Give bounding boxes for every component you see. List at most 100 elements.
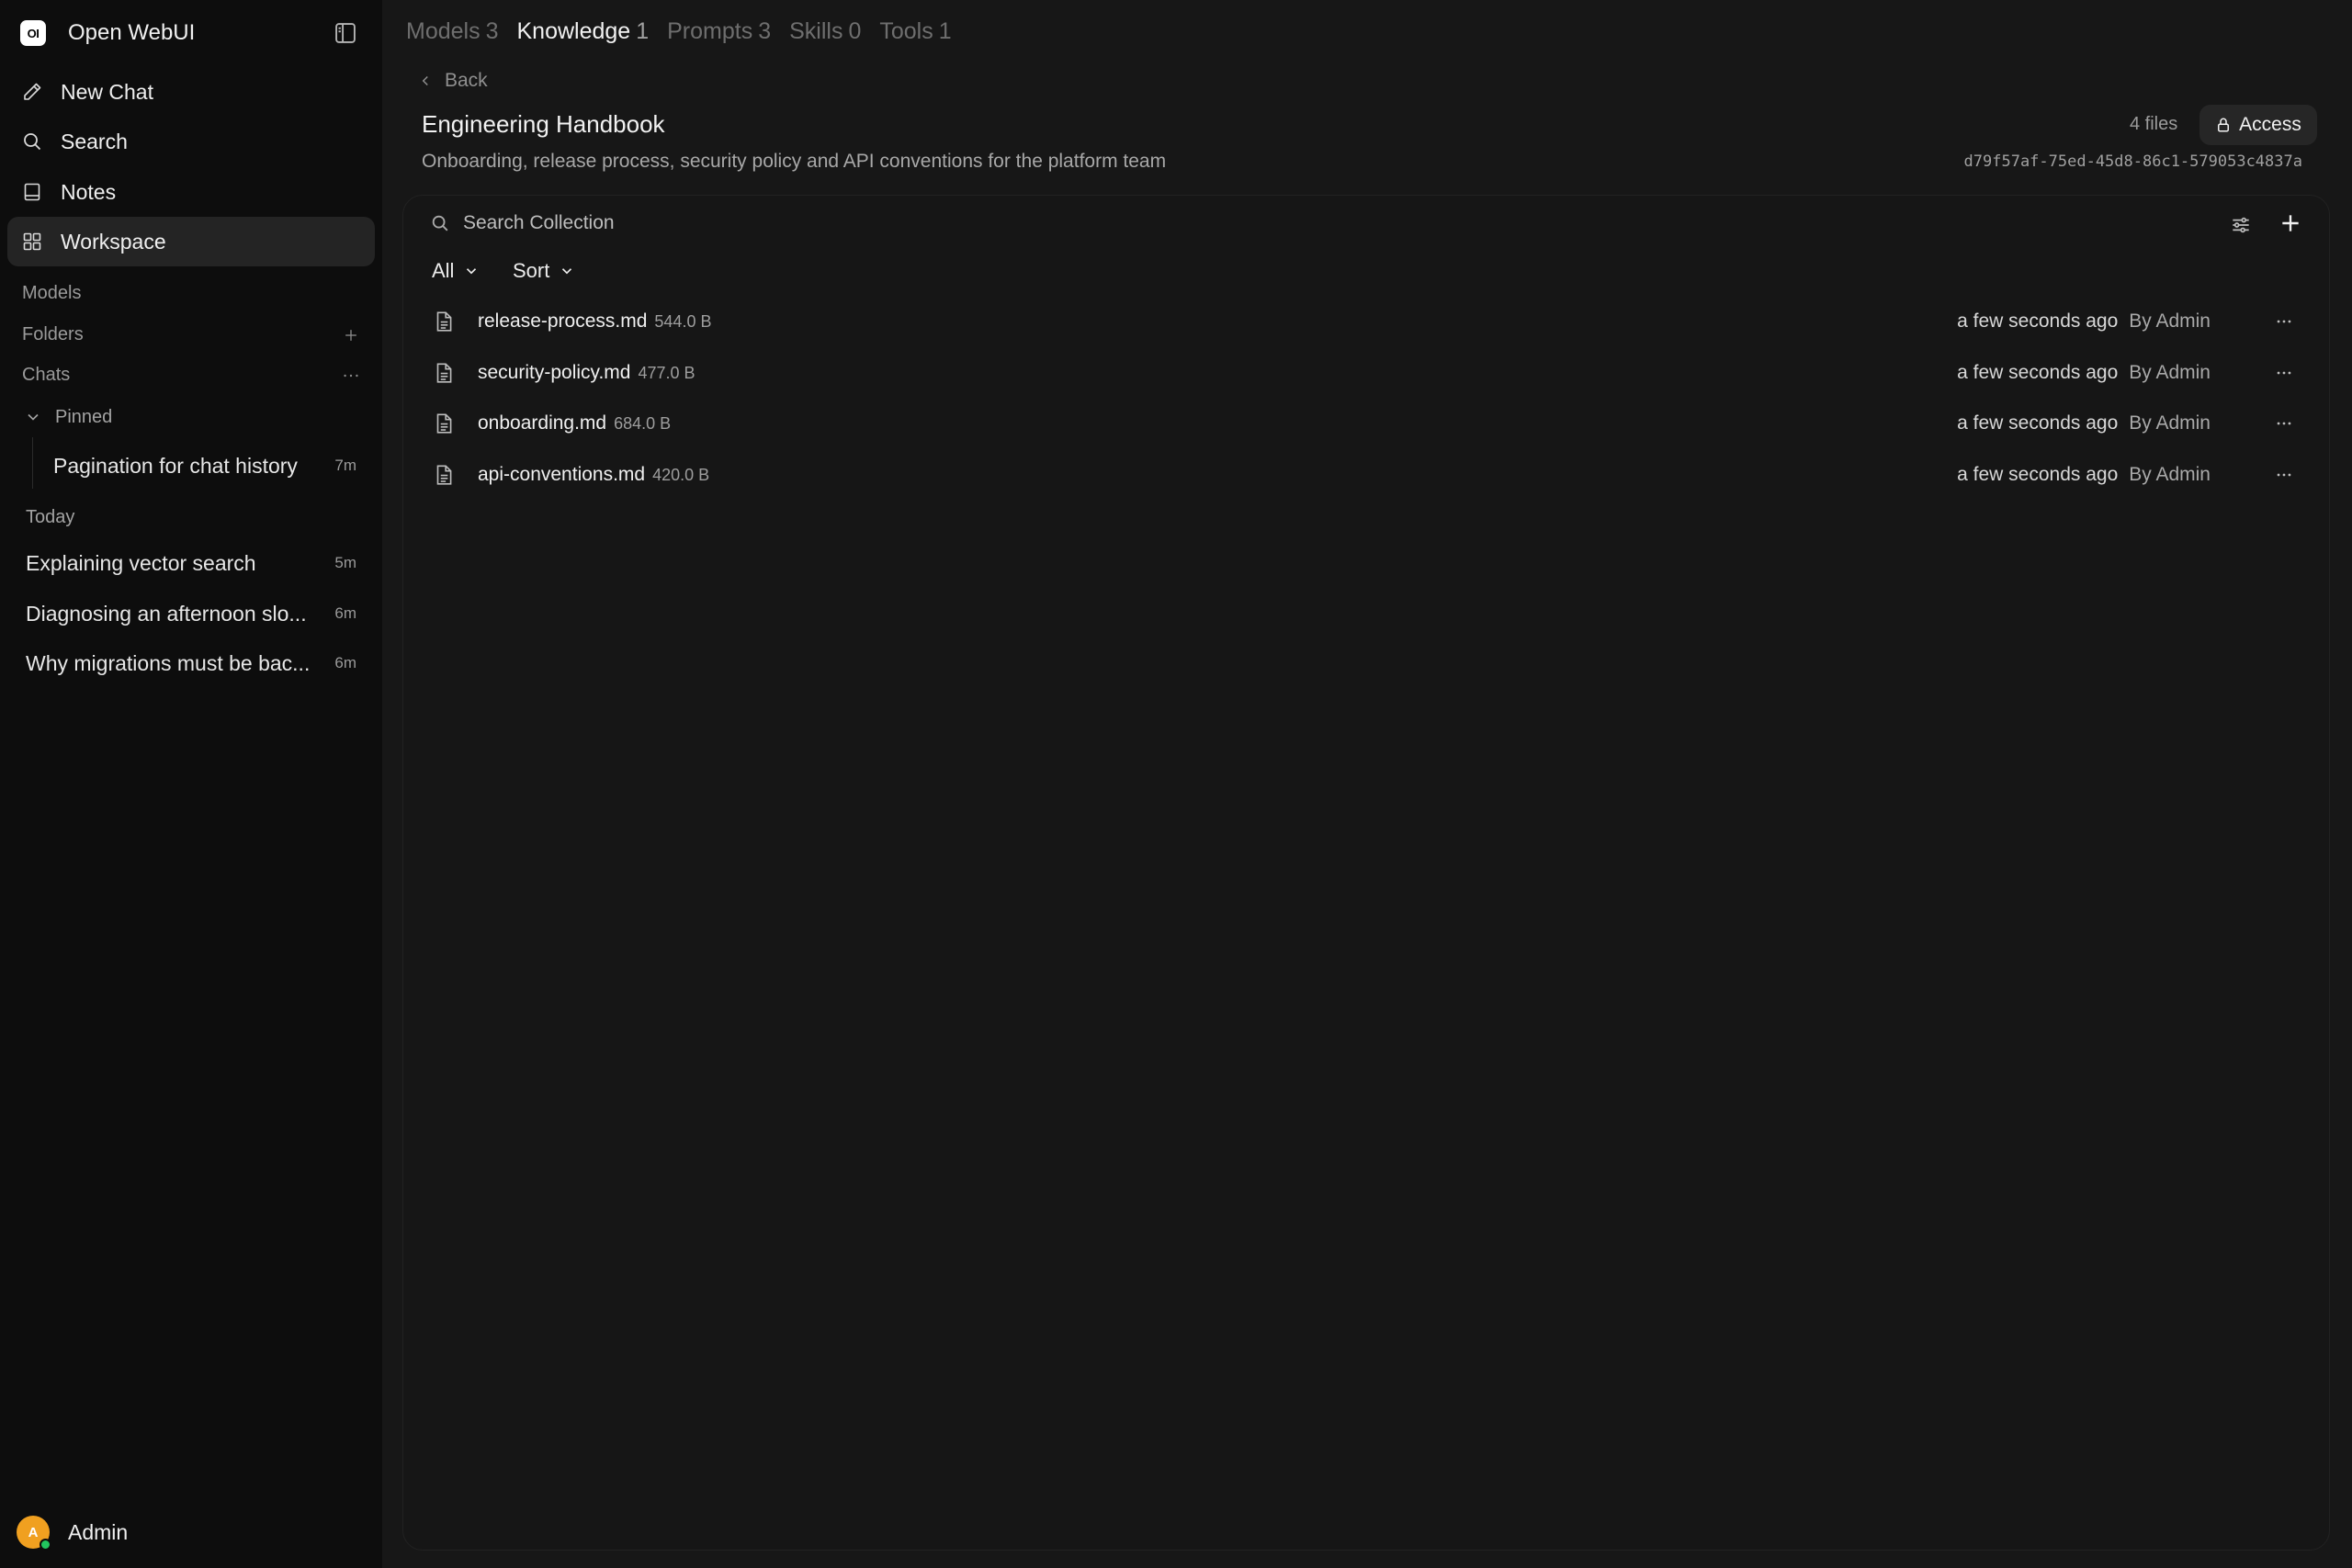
- chevron-down-icon: [28, 413, 39, 421]
- chat-title: Why migrations must be bac...: [26, 650, 311, 675]
- chats-more-icon[interactable]: [340, 365, 362, 387]
- lock-icon: [2218, 118, 2230, 132]
- access-label: Access: [2239, 114, 2301, 135]
- grid-icon: [20, 230, 44, 254]
- file-owner: By Admin: [2129, 310, 2211, 332]
- back-button[interactable]: Back: [417, 70, 488, 92]
- tab-skills[interactable]: Skills 0: [789, 18, 861, 45]
- access-button[interactable]: Access: [2199, 105, 2317, 145]
- list-item[interactable]: release-process.md 544.0 B a few seconds…: [432, 303, 2306, 340]
- chat-item[interactable]: Pagination for chat history 7m: [53, 446, 356, 486]
- chat-item[interactable]: Diagnosing an afternoon slo... 6m: [26, 593, 356, 634]
- workspace-label: Workspace: [61, 229, 166, 254]
- today-label: Today: [26, 507, 75, 527]
- file-owner: By Admin: [2129, 362, 2211, 383]
- chat-age: 7m: [334, 457, 356, 474]
- avatar-initial: A: [28, 1524, 39, 1540]
- chat-title: Pagination for chat history: [53, 453, 298, 478]
- chats-section-label[interactable]: Chats: [22, 365, 70, 386]
- file-meta: a few seconds ago By Admin: [1957, 464, 2211, 486]
- user-menu[interactable]: A Admin: [17, 1516, 129, 1551]
- chat-age: 5m: [334, 554, 356, 571]
- search-icon: [432, 215, 448, 231]
- tab-prompts[interactable]: Prompts 3: [667, 18, 771, 45]
- file-time: a few seconds ago: [1957, 412, 2119, 434]
- file-time: a few seconds ago: [1957, 310, 2119, 332]
- file-size: 544.0 B: [654, 311, 712, 331]
- chat-title: Explaining vector search: [26, 550, 256, 575]
- online-status-dot: [40, 1539, 51, 1551]
- tab-knowledge[interactable]: Knowledge 1: [517, 18, 650, 45]
- tab-count: 3: [485, 18, 499, 44]
- notes-label: Notes: [61, 179, 117, 204]
- models-section-label[interactable]: Models: [22, 283, 81, 304]
- file-meta: a few seconds ago By Admin: [1957, 412, 2211, 434]
- more-options-icon[interactable]: [2269, 358, 2299, 388]
- list-item[interactable]: api-conventions.md 420.0 B a few seconds…: [432, 457, 2306, 493]
- document-icon: [436, 311, 452, 332]
- tab-count: 1: [636, 18, 650, 44]
- back-label: Back: [445, 70, 488, 91]
- document-icon: [436, 465, 452, 485]
- tab-label: Tools: [879, 18, 933, 44]
- brand[interactable]: OI Open WebUI: [20, 18, 195, 48]
- notes-button[interactable]: Notes: [7, 167, 375, 217]
- file-name: release-process.md: [478, 310, 648, 332]
- tab-count: 0: [848, 18, 862, 44]
- chat-item[interactable]: Explaining vector search 5m: [26, 543, 356, 583]
- sidebar: OI Open WebUI New Chat Search Notes Work…: [0, 0, 382, 1568]
- app-logo: OI: [20, 20, 46, 46]
- sidebar-toggle-icon[interactable]: [333, 20, 358, 46]
- all-filter-dropdown[interactable]: All: [432, 259, 480, 283]
- workspace-button[interactable]: Workspace: [7, 217, 375, 266]
- search-collection-input[interactable]: [463, 209, 1290, 237]
- tab-models[interactable]: Models 3: [406, 18, 499, 45]
- search-label: Search: [61, 129, 128, 153]
- file-name: onboarding.md: [478, 412, 607, 434]
- search-button[interactable]: Search: [7, 117, 375, 166]
- sort-dropdown[interactable]: Sort: [513, 259, 575, 283]
- file-name: security-policy.md: [478, 362, 631, 383]
- user-name: Admin: [68, 1519, 129, 1544]
- workspace-tabs: Models 3 Knowledge 1 Prompts 3 Skills 0 Tool…: [406, 18, 952, 45]
- file-time: a few seconds ago: [1957, 464, 2119, 485]
- pinned-folder-toggle[interactable]: Pinned: [24, 406, 112, 428]
- knowledge-description: Onboarding, release process, security po…: [422, 151, 1167, 172]
- pinned-label: Pinned: [55, 406, 113, 427]
- more-options-icon[interactable]: [2269, 409, 2299, 438]
- avatar: A: [17, 1516, 51, 1551]
- new-chat-button[interactable]: New Chat: [7, 67, 375, 117]
- add-folder-icon[interactable]: [340, 324, 362, 346]
- chevron-left-icon: [422, 75, 428, 86]
- page-title: Engineering Handbook: [422, 110, 665, 138]
- tab-label: Skills: [789, 18, 843, 44]
- chat-item[interactable]: Why migrations must be bac... 6m: [26, 643, 356, 683]
- more-options-icon[interactable]: [2269, 460, 2299, 490]
- list-item[interactable]: onboarding.md 684.0 B a few seconds ago B…: [432, 405, 2306, 442]
- add-file-icon[interactable]: [2278, 211, 2302, 235]
- file-owner: By Admin: [2129, 464, 2211, 485]
- folders-section-label[interactable]: Folders: [22, 324, 84, 345]
- pencil-icon: [20, 80, 44, 104]
- file-time: a few seconds ago: [1957, 362, 2119, 383]
- more-options-icon[interactable]: [2269, 307, 2299, 336]
- tab-count: 1: [938, 18, 952, 44]
- notes-icon: [20, 180, 44, 204]
- file-owner: By Admin: [2129, 412, 2211, 434]
- tab-label: Models: [406, 18, 481, 44]
- chevron-down-icon: [562, 268, 572, 275]
- file-size: 684.0 B: [614, 413, 672, 433]
- tab-count: 3: [758, 18, 772, 44]
- document-icon: [436, 413, 452, 434]
- tab-tools[interactable]: Tools 1: [879, 18, 951, 45]
- chat-age: 6m: [334, 604, 356, 622]
- chat-title: Diagnosing an afternoon slo...: [26, 601, 307, 626]
- list-item[interactable]: security-policy.md 477.0 B a few seconds…: [432, 355, 2306, 391]
- file-meta: a few seconds ago By Admin: [1957, 362, 2211, 384]
- tab-label: Prompts: [667, 18, 753, 44]
- filter-settings-icon[interactable]: [2229, 213, 2253, 237]
- sort-label: Sort: [513, 259, 550, 282]
- file-size: 420.0 B: [652, 465, 710, 484]
- chat-age: 6m: [334, 654, 356, 671]
- app-name: Open WebUI: [68, 20, 196, 45]
